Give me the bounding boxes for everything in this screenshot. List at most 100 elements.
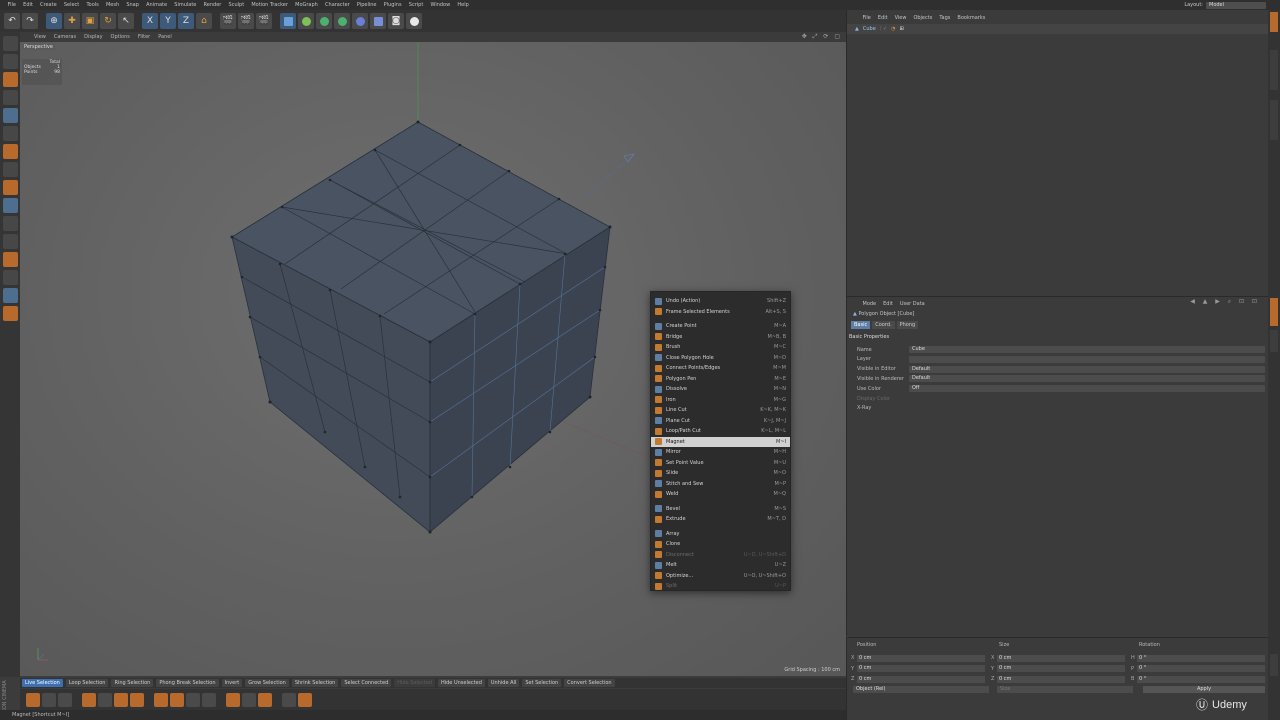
viewport-menu-options[interactable]: Options [107, 34, 134, 40]
size-field[interactable]: 0 cm [997, 654, 1125, 662]
deformer-icon[interactable] [352, 13, 368, 29]
context-menu-item[interactable]: Set Point Value M~U [651, 458, 790, 469]
inner-extrude-icon[interactable] [58, 692, 72, 707]
rotate-tool-icon[interactable]: ↻ [100, 13, 116, 29]
weld-tool-icon[interactable] [226, 692, 240, 707]
uv-mode-icon[interactable] [2, 162, 18, 177]
snap-icon[interactable] [2, 216, 18, 231]
untriangulate-icon[interactable] [298, 692, 312, 707]
magnet-tool-icon[interactable] [114, 692, 128, 707]
subdivide-tool-icon[interactable] [258, 692, 272, 707]
context-menu-item[interactable]: Iron M~G [651, 395, 790, 406]
locked-workplane-icon[interactable] [2, 288, 18, 303]
property-value[interactable]: Default [909, 375, 1265, 383]
iron-tool-icon[interactable] [170, 692, 184, 707]
selection-button[interactable]: Invert [221, 679, 243, 687]
position-field[interactable]: 0 cm [857, 675, 985, 683]
menu-snap[interactable]: Snap [123, 2, 143, 8]
menu-help[interactable]: Help [454, 2, 473, 8]
array-icon[interactable] [334, 13, 350, 29]
context-menu-item[interactable]: Mirror M~H [651, 447, 790, 458]
selection-button[interactable]: Live Selection [22, 679, 63, 687]
edges-mode-icon[interactable] [2, 126, 18, 141]
rotation-field[interactable]: 0 ° [1137, 665, 1265, 672]
z-axis-lock[interactable]: Z [178, 13, 194, 29]
property-value[interactable] [909, 395, 1265, 402]
floor-icon[interactable] [370, 13, 386, 29]
size-mode-dropdown[interactable]: Size [997, 686, 1133, 693]
context-menu-item[interactable]: Connect Points/Edges M~M [651, 363, 790, 374]
context-menu-item[interactable]: Array [651, 529, 790, 540]
quantize-icon[interactable] [2, 306, 18, 321]
knife-icon[interactable] [26, 692, 40, 707]
menu-motion-tracker[interactable]: Motion Tracker [248, 2, 292, 8]
om-menu-view[interactable]: View [891, 15, 910, 21]
context-menu-item[interactable]: Stitch and Sew M~P [651, 479, 790, 490]
context-menu-item[interactable]: Create Point M~A [651, 321, 790, 332]
attr-menu-edit[interactable]: Edit [880, 301, 897, 307]
attributes-tab[interactable] [1270, 298, 1278, 326]
render-settings-icon[interactable]: 🎬 [256, 13, 272, 29]
points-mode-icon[interactable] [2, 108, 18, 123]
phong-tag-icon[interactable]: ◔ [891, 26, 895, 32]
viewport-menu-display[interactable]: Display [80, 34, 106, 40]
menu-create[interactable]: Create [36, 2, 60, 8]
render-picture-viewer-icon[interactable]: 🎬 [238, 13, 254, 29]
layers-tab[interactable] [1270, 330, 1278, 352]
om-menu-objects[interactable]: Objects [910, 15, 936, 21]
selection-button[interactable]: Select Connected [341, 679, 392, 687]
selection-button[interactable]: Hide Unselected [437, 679, 485, 687]
triangulate-icon[interactable] [282, 692, 296, 707]
context-menu-item[interactable]: Brush M~C [651, 342, 790, 353]
tab-basic[interactable]: Basic [851, 321, 871, 329]
pen-icon[interactable] [298, 13, 314, 29]
attr-menu-user-data[interactable]: User Data [896, 301, 928, 307]
selection-button[interactable]: Unhide All [487, 679, 520, 687]
axis-mode-icon[interactable] [2, 180, 18, 195]
solo-icon[interactable] [2, 270, 18, 285]
brush-tool-icon[interactable] [154, 692, 168, 707]
menu-character[interactable]: Character [321, 2, 353, 8]
menu-sculpt[interactable]: Sculpt [225, 2, 248, 8]
optimize-tool-icon[interactable] [242, 692, 256, 707]
selection-button[interactable]: Loop Selection [65, 679, 109, 687]
property-value[interactable] [909, 405, 1265, 412]
selection-button[interactable]: Shrink Selection [291, 679, 339, 687]
context-menu-item[interactable]: Melt U~Z [651, 560, 790, 571]
structure-tab[interactable] [1270, 100, 1278, 140]
context-menu-item[interactable]: Bridge M~B, B [651, 332, 790, 343]
menu-pipeline[interactable]: Pipeline [353, 2, 380, 8]
property-row[interactable]: Use Color Off [851, 384, 1265, 393]
texture-mode-icon[interactable] [2, 72, 18, 87]
om-menu-edit[interactable]: Edit [874, 15, 891, 21]
viewport-nav-icons[interactable]: ✥ ⤢ ⟳ ▢ [802, 33, 842, 41]
context-menu-item[interactable]: Optimize... U~O, U~Shift+O [651, 571, 790, 582]
menu-tools[interactable]: Tools [83, 2, 103, 8]
coordinates-tab[interactable] [1270, 654, 1278, 676]
slide-tool-icon[interactable] [202, 692, 216, 707]
selection-tag-icon[interactable]: ⊞ [900, 26, 904, 32]
menu-file[interactable]: File [4, 2, 20, 8]
selection-button[interactable]: Convert Selection [564, 679, 615, 687]
property-value[interactable]: Default [909, 365, 1265, 373]
menu-select[interactable]: Select [60, 2, 83, 8]
context-menu-item[interactable]: Line Cut K~K, M~K [651, 405, 790, 416]
bridge-tool-icon[interactable] [98, 692, 112, 707]
attribute-nav-icons[interactable]: ◀ ▲ ▶ ⌕ ⊡ ⊡ [1190, 298, 1260, 306]
sculpt-icon[interactable] [2, 252, 18, 267]
property-row[interactable]: X-Ray [851, 404, 1265, 413]
property-value[interactable] [909, 355, 1265, 363]
menu-window[interactable]: Window [427, 2, 454, 8]
selection-button[interactable]: Phong Break Selection [156, 679, 219, 687]
tab-phong[interactable]: Phong [896, 321, 919, 329]
om-menu-tags[interactable]: Tags [936, 15, 954, 21]
property-row[interactable]: Display Color [851, 394, 1265, 403]
context-menu-item[interactable]: Dissolve M~N [651, 384, 790, 395]
context-menu-item[interactable]: Slide M~O [651, 468, 790, 479]
context-menu-item[interactable]: Extrude M~T, D [651, 514, 790, 525]
visibility-dots-icon[interactable]: ⁝ ✓ [880, 26, 887, 32]
selection-button[interactable]: Hide Selected [394, 679, 435, 687]
subdivision-icon[interactable] [316, 13, 332, 29]
y-axis-lock[interactable]: Y [160, 13, 176, 29]
workplane-icon[interactable] [2, 90, 18, 105]
